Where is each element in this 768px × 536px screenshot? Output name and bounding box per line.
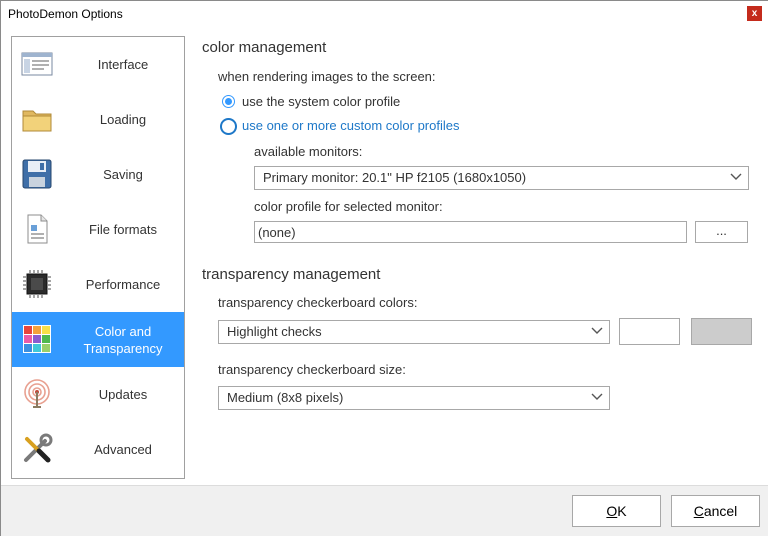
system-profile-label[interactable]: use the system color profile bbox=[242, 94, 400, 109]
system-profile-radio[interactable] bbox=[222, 95, 235, 108]
title-bar: PhotoDemon Options x bbox=[1, 1, 768, 27]
color-profile-field[interactable]: (none) bbox=[254, 221, 687, 243]
browse-profile-button[interactable]: ... bbox=[695, 221, 748, 243]
interface-window-icon bbox=[21, 52, 53, 76]
floppy-disk-icon bbox=[22, 159, 52, 189]
color-grid-icon bbox=[23, 325, 51, 353]
broadcast-antenna-icon bbox=[24, 379, 50, 408]
sidebar-item-label: Color and Transparency bbox=[83, 323, 163, 356]
ok-mnemonic: O bbox=[606, 503, 618, 519]
checker-colors-dropdown[interactable]: Highlight checks bbox=[218, 320, 610, 344]
checker-size-label: transparency checkerboard size: bbox=[218, 362, 406, 377]
color-profile-value: (none) bbox=[258, 225, 296, 240]
sidebar-item-label: Saving bbox=[103, 167, 143, 182]
sidebar: Interface Loading Saving File formats Pe… bbox=[11, 36, 185, 479]
dialog-footer: OK Cancel bbox=[1, 485, 768, 536]
cancel-rest: ancel bbox=[703, 503, 738, 519]
checker-size-value: Medium (8x8 pixels) bbox=[227, 390, 344, 405]
sidebar-item-file-formats[interactable]: File formats bbox=[12, 202, 184, 258]
sidebar-item-label: Interface bbox=[97, 57, 149, 72]
ok-rest: K bbox=[617, 503, 627, 519]
window-title: PhotoDemon Options bbox=[8, 7, 123, 21]
sidebar-item-label: Advanced bbox=[94, 442, 152, 457]
checker-color-2-swatch[interactable] bbox=[691, 318, 752, 345]
color-management-heading: color management bbox=[202, 39, 327, 56]
chevron-down-icon bbox=[591, 393, 603, 400]
document-icon bbox=[27, 214, 48, 244]
cpu-chip-icon bbox=[23, 270, 51, 298]
sidebar-item-color-and-transparency[interactable]: Color and Transparency bbox=[12, 312, 184, 368]
sidebar-item-advanced[interactable]: Advanced bbox=[12, 422, 184, 477]
checker-colors-label: transparency checkerboard colors: bbox=[218, 295, 418, 310]
checker-size-dropdown[interactable]: Medium (8x8 pixels) bbox=[218, 386, 610, 410]
options-dialog: PhotoDemon Options x Interface Loading S… bbox=[0, 0, 768, 536]
folder-icon bbox=[22, 110, 52, 132]
monitor-dropdown[interactable]: Primary monitor: 20.1" HP f2105 (1680x10… bbox=[254, 166, 749, 190]
checker-color-1-swatch[interactable] bbox=[619, 318, 680, 345]
cancel-mnemonic: C bbox=[693, 503, 704, 519]
monitors-label: available monitors: bbox=[254, 144, 363, 159]
render-label: when rendering images to the screen: bbox=[218, 69, 436, 84]
custom-profile-radio[interactable] bbox=[220, 118, 237, 135]
close-button[interactable]: x bbox=[747, 6, 762, 21]
tools-icon bbox=[24, 433, 53, 463]
sidebar-item-label: Updates bbox=[98, 387, 148, 402]
custom-profile-label[interactable]: use one or more custom color profiles bbox=[242, 118, 459, 133]
sidebar-item-updates[interactable]: Updates bbox=[12, 367, 184, 423]
sidebar-item-performance[interactable]: Performance bbox=[12, 257, 184, 313]
sidebar-item-label: File formats bbox=[89, 222, 157, 237]
ok-button[interactable]: OK bbox=[572, 495, 661, 527]
sidebar-item-label: Loading bbox=[99, 112, 147, 127]
transparency-management-heading: transparency management bbox=[202, 266, 381, 283]
monitor-dropdown-value: Primary monitor: 20.1" HP f2105 (1680x10… bbox=[263, 170, 527, 185]
sidebar-item-label: Performance bbox=[85, 277, 161, 292]
profile-label: color profile for selected monitor: bbox=[254, 199, 443, 214]
chevron-down-icon bbox=[591, 327, 603, 334]
sidebar-item-saving[interactable]: Saving bbox=[12, 147, 184, 203]
cancel-button[interactable]: Cancel bbox=[671, 495, 760, 527]
checker-colors-value: Highlight checks bbox=[227, 324, 322, 339]
sidebar-item-loading[interactable]: Loading bbox=[12, 92, 184, 148]
chevron-down-icon bbox=[730, 173, 742, 180]
sidebar-item-interface[interactable]: Interface bbox=[12, 37, 184, 93]
